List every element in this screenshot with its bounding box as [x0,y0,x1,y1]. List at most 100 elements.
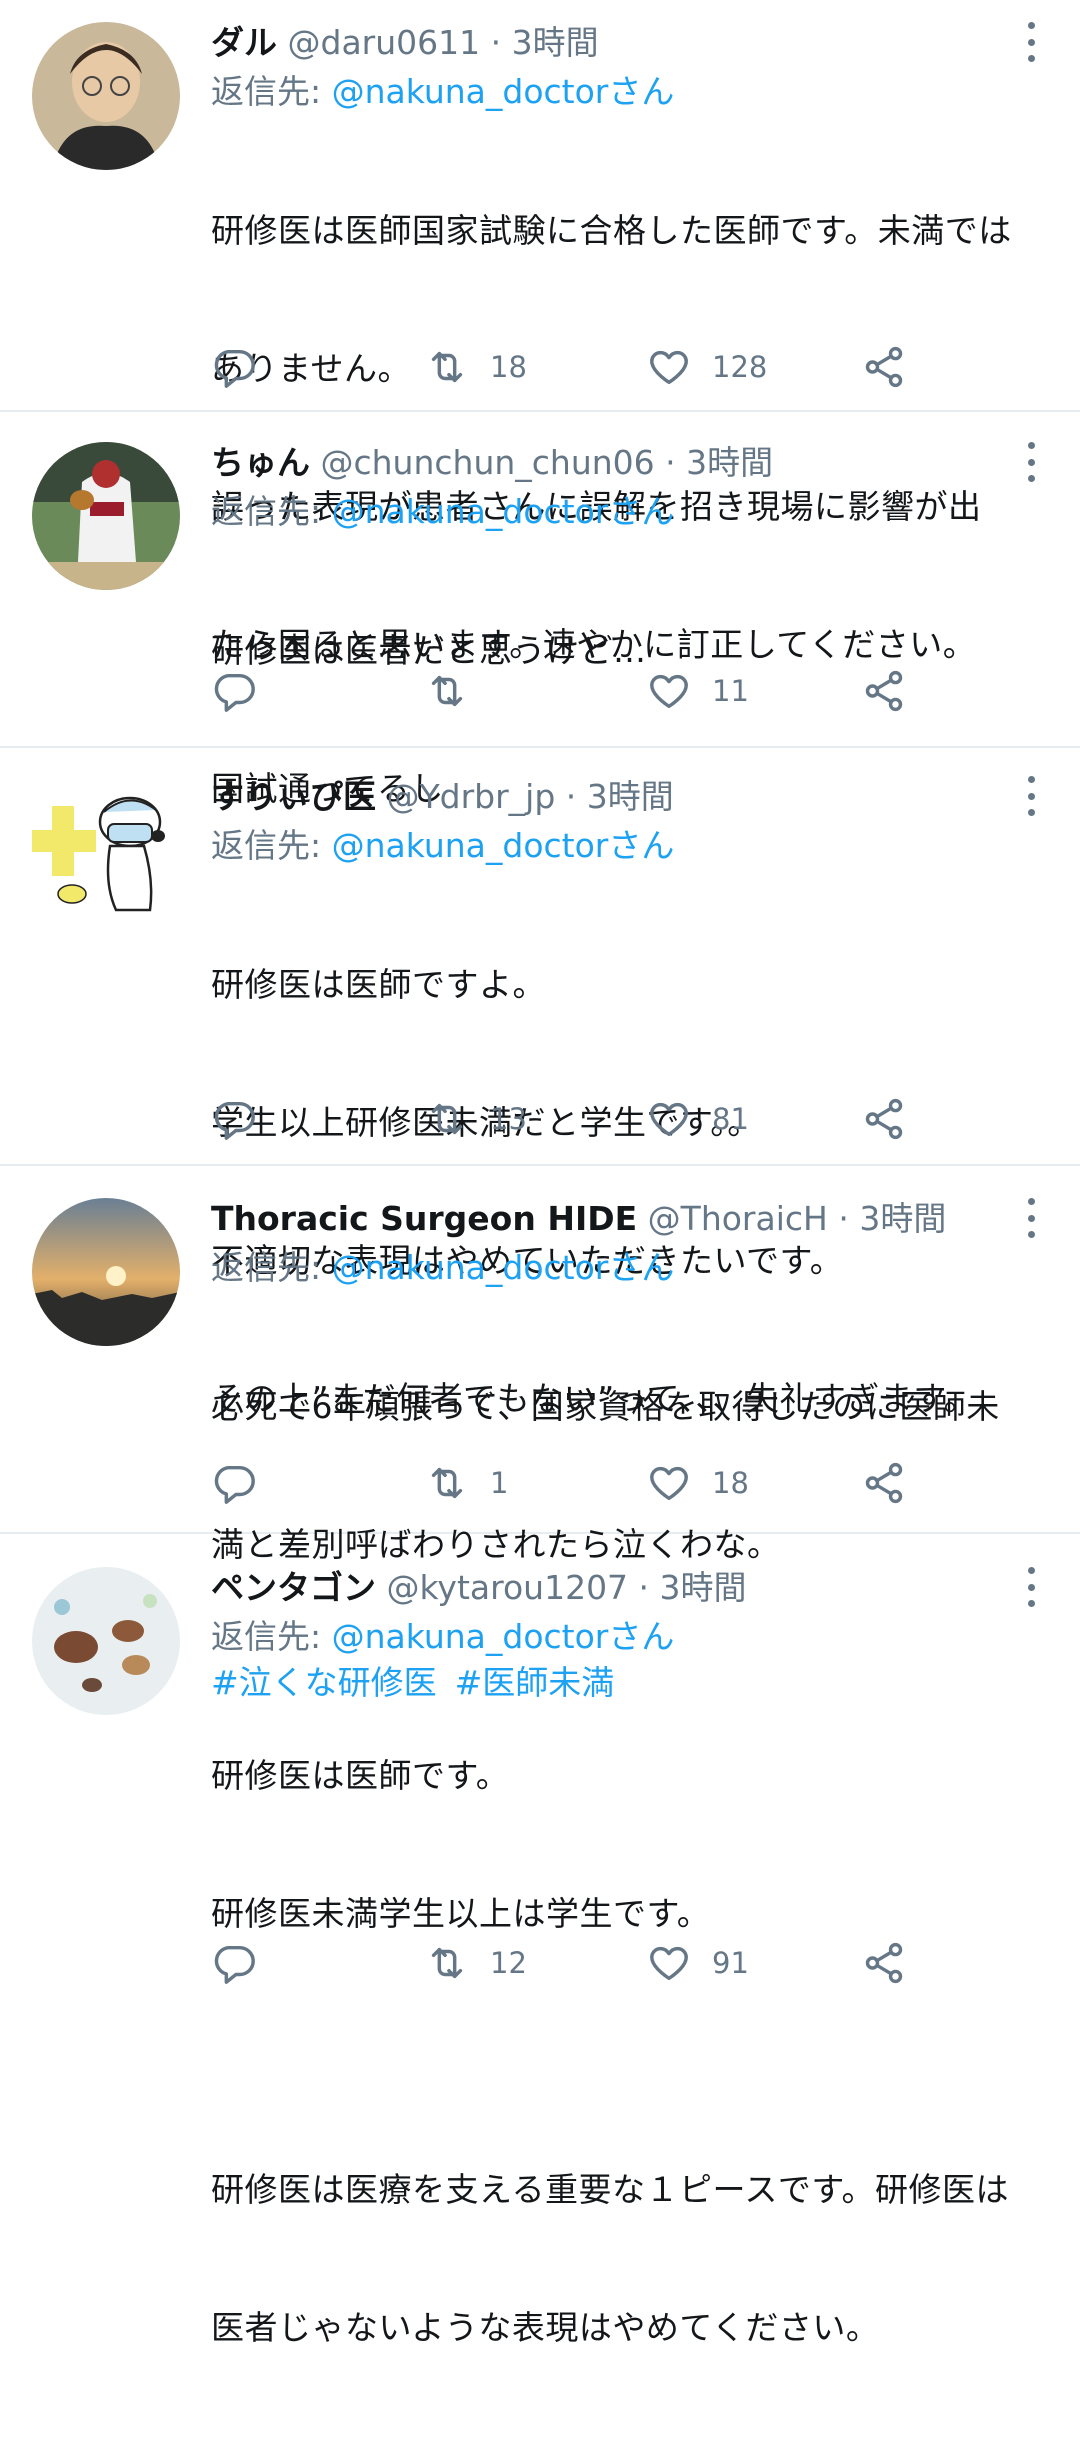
timestamp[interactable]: 3時間 [859,1199,946,1238]
user-handle[interactable]: @daru0611 [288,23,481,62]
share-button[interactable] [861,1458,907,1508]
share-icon [865,1462,903,1504]
avatar[interactable] [32,442,180,590]
reply-button[interactable] [211,666,257,716]
reply-feed: ダル @daru0611 · 3時間 返信先: @nakuna_doctorさん… [0,0,1080,2347]
more-options-icon[interactable] [1018,776,1044,816]
more-options-icon[interactable] [1018,22,1044,62]
retweet-count: 12 [490,1946,527,1980]
tweet[interactable]: Thoracic Surgeon HIDE @ThoraicH · 3時間 返信… [0,1166,1080,1702]
like-count: 91 [712,1946,749,1980]
share-icon [865,1942,903,1984]
display-name[interactable]: ペンタゴン [211,1568,376,1607]
heart-icon [650,674,688,709]
tweet-actions: 11 [211,666,1050,716]
reply-button[interactable] [211,1094,257,1144]
reply-icon [214,1101,255,1140]
avatar[interactable] [32,1567,180,1715]
like-button[interactable]: 91 [646,1938,749,1988]
tweet[interactable]: すりぃぴ医 @Ydrbr_jp · 3時間 返信先: @nakuna_docto… [0,748,1080,1418]
reply-mention[interactable]: @nakuna_doctorさん [332,1617,675,1656]
user-handle[interactable]: @ThoraicH [648,1199,828,1238]
like-button[interactable]: 128 [646,342,767,392]
portrait-avatar-icon [32,22,180,170]
tweet-header: ちゅん @chunchun_chun06 · 3時間 [211,442,1050,484]
tweet[interactable]: ちゅん @chunchun_chun06 · 3時間 返信先: @nakuna_… [0,412,1080,808]
user-handle[interactable]: @Ydrbr_jp [387,777,556,816]
more-options-icon[interactable] [1018,1198,1044,1238]
like-button[interactable]: 81 [646,1094,749,1144]
reply-prefix: 返信先: [211,1617,332,1656]
display-name[interactable]: ダル [211,23,277,62]
tweet-actions: 18 128 [211,342,1050,392]
tweet-header: すりぃぴ医 @Ydrbr_jp · 3時間 [211,776,1050,818]
separator: · [628,1568,660,1607]
reply-mention[interactable]: @nakuna_doctorさん [332,492,675,531]
user-handle[interactable]: @chunchun_chun06 [321,443,655,482]
text-line: 研修医は医師ですよ。 [211,965,546,1004]
like-button[interactable]: 18 [646,1458,749,1508]
avatar[interactable] [32,776,180,924]
user-handle[interactable]: @kytarou1207 [387,1568,629,1607]
timestamp[interactable]: 3時間 [686,443,773,482]
tweet[interactable]: ペンタゴン @kytarou1207 · 3時間 返信先: @nakuna_do… [0,1534,1080,2347]
retweet-icon [431,1947,463,1979]
tweet-actions: 12 91 [211,1938,1050,1988]
sunset-city-avatar-icon [32,1198,180,1346]
like-count: 18 [712,1466,749,1500]
reply-button[interactable] [211,1938,257,1988]
retweet-button[interactable] [424,666,490,716]
reply-icon [214,1465,255,1504]
heart-icon [650,350,688,385]
reply-context: 返信先: @nakuna_doctorさん [211,488,1050,536]
reply-mention[interactable]: @nakuna_doctorさん [332,72,675,111]
reply-icon [214,673,255,712]
share-button[interactable] [861,1938,907,1988]
tweet-text: 研修医は医師です。 研修医未満学生以上は学生です。 研修医は医療を支える重要な１… [211,1661,1050,2443]
reply-button[interactable] [211,1458,257,1508]
reply-context: 返信先: @nakuna_doctorさん [211,1613,1050,1661]
heart-icon [650,1466,688,1501]
reply-button[interactable] [211,342,257,392]
tweet-header: ダル @daru0611 · 3時間 [211,22,1050,64]
display-name[interactable]: Thoracic Surgeon HIDE [211,1199,637,1238]
timestamp[interactable]: 3時間 [512,23,599,62]
share-icon [865,1098,903,1140]
retweet-icon [431,675,463,707]
like-count: 81 [712,1102,749,1136]
tweet-actions: 13 81 [211,1094,1050,1144]
timestamp[interactable]: 3時間 [587,777,674,816]
snoopy-doctor-avatar-icon [32,776,180,924]
reply-context: 返信先: @nakuna_doctorさん [211,1244,1050,1292]
retweet-button[interactable]: 13 [424,1094,527,1144]
text-line: 研修医は医師です。 [211,1756,510,1795]
retweet-count: 13 [490,1102,527,1136]
reply-icon [214,1945,255,1984]
avatar[interactable] [32,1198,180,1346]
more-options-icon[interactable] [1018,442,1044,482]
like-button[interactable]: 11 [646,666,749,716]
reply-prefix: 返信先: [211,826,332,865]
text-line [211,2029,1050,2075]
timestamp[interactable]: 3時間 [660,1568,747,1607]
heart-icon [650,1102,688,1137]
reply-mention[interactable]: @nakuna_doctorさん [332,826,675,865]
like-count: 11 [712,674,749,708]
retweet-button[interactable]: 12 [424,1938,527,1988]
avatar[interactable] [32,22,180,170]
more-options-icon[interactable] [1018,1567,1044,1607]
tweet[interactable]: ダル @daru0611 · 3時間 返信先: @nakuna_doctorさん… [0,0,1080,664]
share-button[interactable] [861,1094,907,1144]
text-line: 研修医は医師国家試験に合格した医師です。未満では [211,211,1012,250]
display-name[interactable]: すりぃぴ医 [211,777,376,816]
reply-context: 返信先: @nakuna_doctorさん [211,68,1050,116]
display-name[interactable]: ちゅん [211,443,310,482]
tweet-header: Thoracic Surgeon HIDE @ThoraicH · 3時間 [211,1198,1050,1240]
retweet-button[interactable]: 1 [424,1458,508,1508]
share-button[interactable] [861,666,907,716]
reply-mention[interactable]: @nakuna_doctorさん [332,1248,675,1287]
share-button[interactable] [861,342,907,392]
tweet-actions: 1 18 [211,1458,1050,1508]
retweet-button[interactable]: 18 [424,342,527,392]
retweet-icon [431,1103,463,1135]
